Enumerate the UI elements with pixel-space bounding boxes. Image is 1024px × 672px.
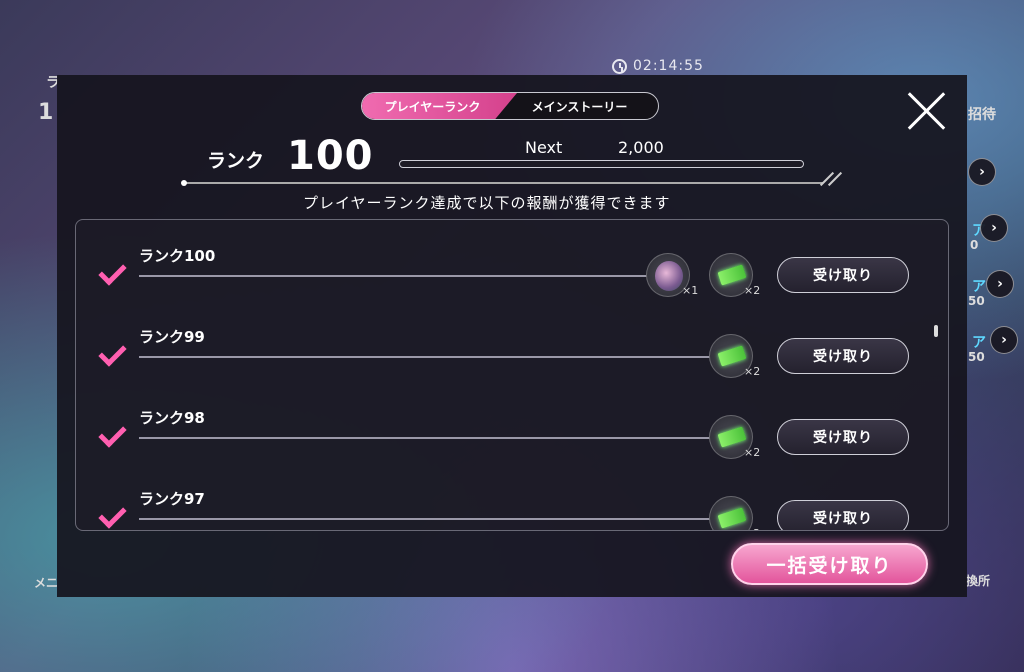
reward-title: ランク99 (139, 328, 205, 346)
reward-title: ランク97 (139, 490, 205, 508)
row-divider (139, 356, 714, 358)
tab-main-story[interactable]: メインストーリー (501, 93, 658, 119)
receive-button[interactable]: 受け取り (777, 419, 909, 455)
event-timer: 02:14:55 (612, 58, 704, 74)
check-icon (95, 342, 127, 364)
bg-label: ア (972, 335, 986, 351)
reward-title: ランク98 (139, 409, 205, 427)
rank-progress-bar (399, 160, 804, 168)
reward-row: ランク97 ×2 受け取り (76, 474, 948, 530)
check-icon (95, 423, 127, 445)
next-value: 2,000 (618, 138, 664, 157)
check-icon (95, 504, 127, 526)
divider (183, 182, 823, 184)
bg-menu-label: メニ (34, 576, 59, 590)
reward-list[interactable]: ランク100 ×1 ×2 受け取り ランク99 ×2 受け取り ランク98 ×2… (75, 219, 949, 531)
chevron-right-icon: › (990, 326, 1018, 354)
bg-label: ア (972, 279, 986, 295)
chevron-right-icon: › (980, 214, 1008, 242)
item-quantity: ×2 (744, 527, 760, 530)
item-quantity: ×2 (744, 284, 761, 297)
chevron-right-icon: › (968, 158, 996, 186)
row-divider (139, 275, 651, 277)
check-icon (95, 261, 127, 283)
bg-label: 0 (970, 238, 979, 252)
next-label: Next (525, 138, 563, 157)
reward-row: ランク100 ×1 ×2 受け取り (76, 231, 948, 311)
divider-dot (181, 180, 187, 186)
receive-button[interactable]: 受け取り (777, 338, 909, 374)
rank-label: ランク (207, 150, 265, 172)
reward-row: ランク99 ×2 受け取り (76, 312, 948, 392)
rewards-subtitle: プレイヤーランク達成で以下の報酬が獲得できます (303, 194, 671, 212)
ticket-icon[interactable] (709, 496, 753, 530)
row-divider (139, 518, 714, 520)
game-screen: ラ 1 メニ 招待 ア 0 ア 50 ア 50 換所 › › › › 02:14… (0, 0, 1024, 672)
bg-label: 50 (968, 294, 985, 308)
close-icon[interactable] (905, 90, 947, 132)
receive-all-button[interactable]: 一括受け取り (731, 543, 928, 585)
clock-icon (612, 58, 627, 74)
timer-text: 02:14:55 (633, 58, 704, 74)
receive-button[interactable]: 受け取り (777, 500, 909, 530)
row-divider (139, 437, 714, 439)
tab-player-rank[interactable]: プレイヤーランク (362, 93, 517, 119)
chevron-right-icon: › (986, 270, 1014, 298)
tab-bar: プレイヤーランク メインストーリー (361, 92, 659, 120)
item-quantity: ×2 (744, 446, 761, 459)
item-quantity: ×1 (682, 284, 699, 297)
receive-button[interactable]: 受け取り (777, 257, 909, 293)
scrollbar-thumb[interactable] (934, 325, 938, 337)
bg-invite-label: 招待 (968, 107, 996, 123)
reward-row: ランク98 ×2 受け取り (76, 393, 948, 473)
bg-exchange-label: 換所 (966, 574, 991, 588)
bg-label: 50 (968, 350, 985, 364)
reward-title: ランク100 (139, 247, 216, 265)
bg-label: 1 (38, 100, 54, 125)
rank-value: 100 (287, 133, 374, 179)
item-quantity: ×2 (744, 365, 761, 378)
